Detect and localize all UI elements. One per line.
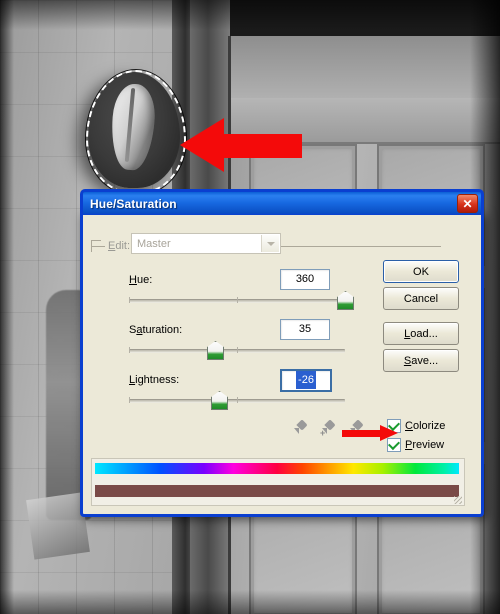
chevron-down-icon[interactable] <box>261 235 279 252</box>
photo-vignette-bottom <box>0 590 500 614</box>
lightness-tick-center <box>237 397 238 403</box>
resize-grip-icon[interactable] <box>454 496 462 504</box>
arrow-head <box>380 425 398 441</box>
photo-vignette-left <box>0 0 14 614</box>
lightness-slider-thumb[interactable] <box>211 391 228 410</box>
edit-dropdown-value: Master <box>137 237 171 250</box>
edit-label: Edit: <box>105 240 134 252</box>
thumb-shape <box>211 391 228 410</box>
arrow-shaft <box>342 430 382 437</box>
eyedropper-icon[interactable] <box>294 419 308 437</box>
dialog-body: Edit: Master Hue: 360 Saturation: 35 Lig… <box>83 212 481 514</box>
lightness-value-field[interactable]: -26 <box>280 369 332 392</box>
eyedropper-add-icon[interactable]: + <box>320 419 336 438</box>
ok-button-label: OK <box>413 265 429 278</box>
thumb-shape <box>207 341 224 360</box>
red-arrow-pointing-right-at-colorize <box>342 425 398 441</box>
edit-dropdown[interactable]: Master <box>131 233 281 254</box>
hue-value-field[interactable]: 360 <box>280 269 330 290</box>
lightness-label: Lightness: <box>129 374 180 386</box>
saturation-value-field[interactable]: 35 <box>280 319 330 340</box>
dialog-title: Hue/Saturation <box>90 196 177 211</box>
hue-tick-left <box>129 297 130 303</box>
result-color-bar <box>95 485 459 497</box>
lightness-value-wrap: -26 <box>282 371 330 389</box>
hue-saturation-dialog[interactable]: Hue/Saturation ✕ Edit: Master Hue: 360 S… <box>80 189 484 517</box>
preview-label: Preview <box>405 439 445 451</box>
ok-button[interactable]: OK <box>383 260 459 283</box>
eyedropper-tip <box>294 428 299 434</box>
cancel-button[interactable]: Cancel <box>383 287 459 310</box>
red-arrow-pointing-left-at-hat <box>180 118 302 172</box>
thumb-shape <box>337 291 354 310</box>
lightness-value: -26 <box>296 371 316 389</box>
cancel-button-label: Cancel <box>403 292 439 305</box>
saturation-tick-left <box>129 347 130 353</box>
hue-spectrum-bar <box>95 463 459 474</box>
saturation-label: Saturation: <box>129 324 183 336</box>
arrow-head <box>180 118 224 172</box>
screenshot-root: Hue/Saturation ✕ Edit: Master Hue: 360 S… <box>0 0 500 614</box>
eyedropper-plus-glyph: + <box>320 428 326 438</box>
saturation-tick-center <box>237 347 238 353</box>
photo-vignette-top <box>0 0 500 30</box>
close-icon[interactable]: ✕ <box>457 194 478 213</box>
save-button[interactable]: Save... <box>383 349 459 372</box>
save-button-label: Save... <box>403 354 439 367</box>
hue-tick-center <box>237 297 238 303</box>
saturation-value: 35 <box>298 323 312 335</box>
load-button-label: Load... <box>404 327 438 340</box>
lightness-tick-left <box>129 397 130 403</box>
edit-group-border-top <box>91 240 101 241</box>
saturation-slider-thumb[interactable] <box>207 341 224 360</box>
arrow-shaft <box>218 134 302 158</box>
caret-glyph <box>266 241 275 246</box>
hue-value: 360 <box>295 273 315 285</box>
hue-slider-thumb[interactable] <box>337 291 354 310</box>
colorize-label: Colorize <box>405 420 446 432</box>
color-bars-panel <box>91 458 465 506</box>
hue-label: Hue: <box>129 274 153 286</box>
load-button[interactable]: Load... <box>383 322 459 345</box>
